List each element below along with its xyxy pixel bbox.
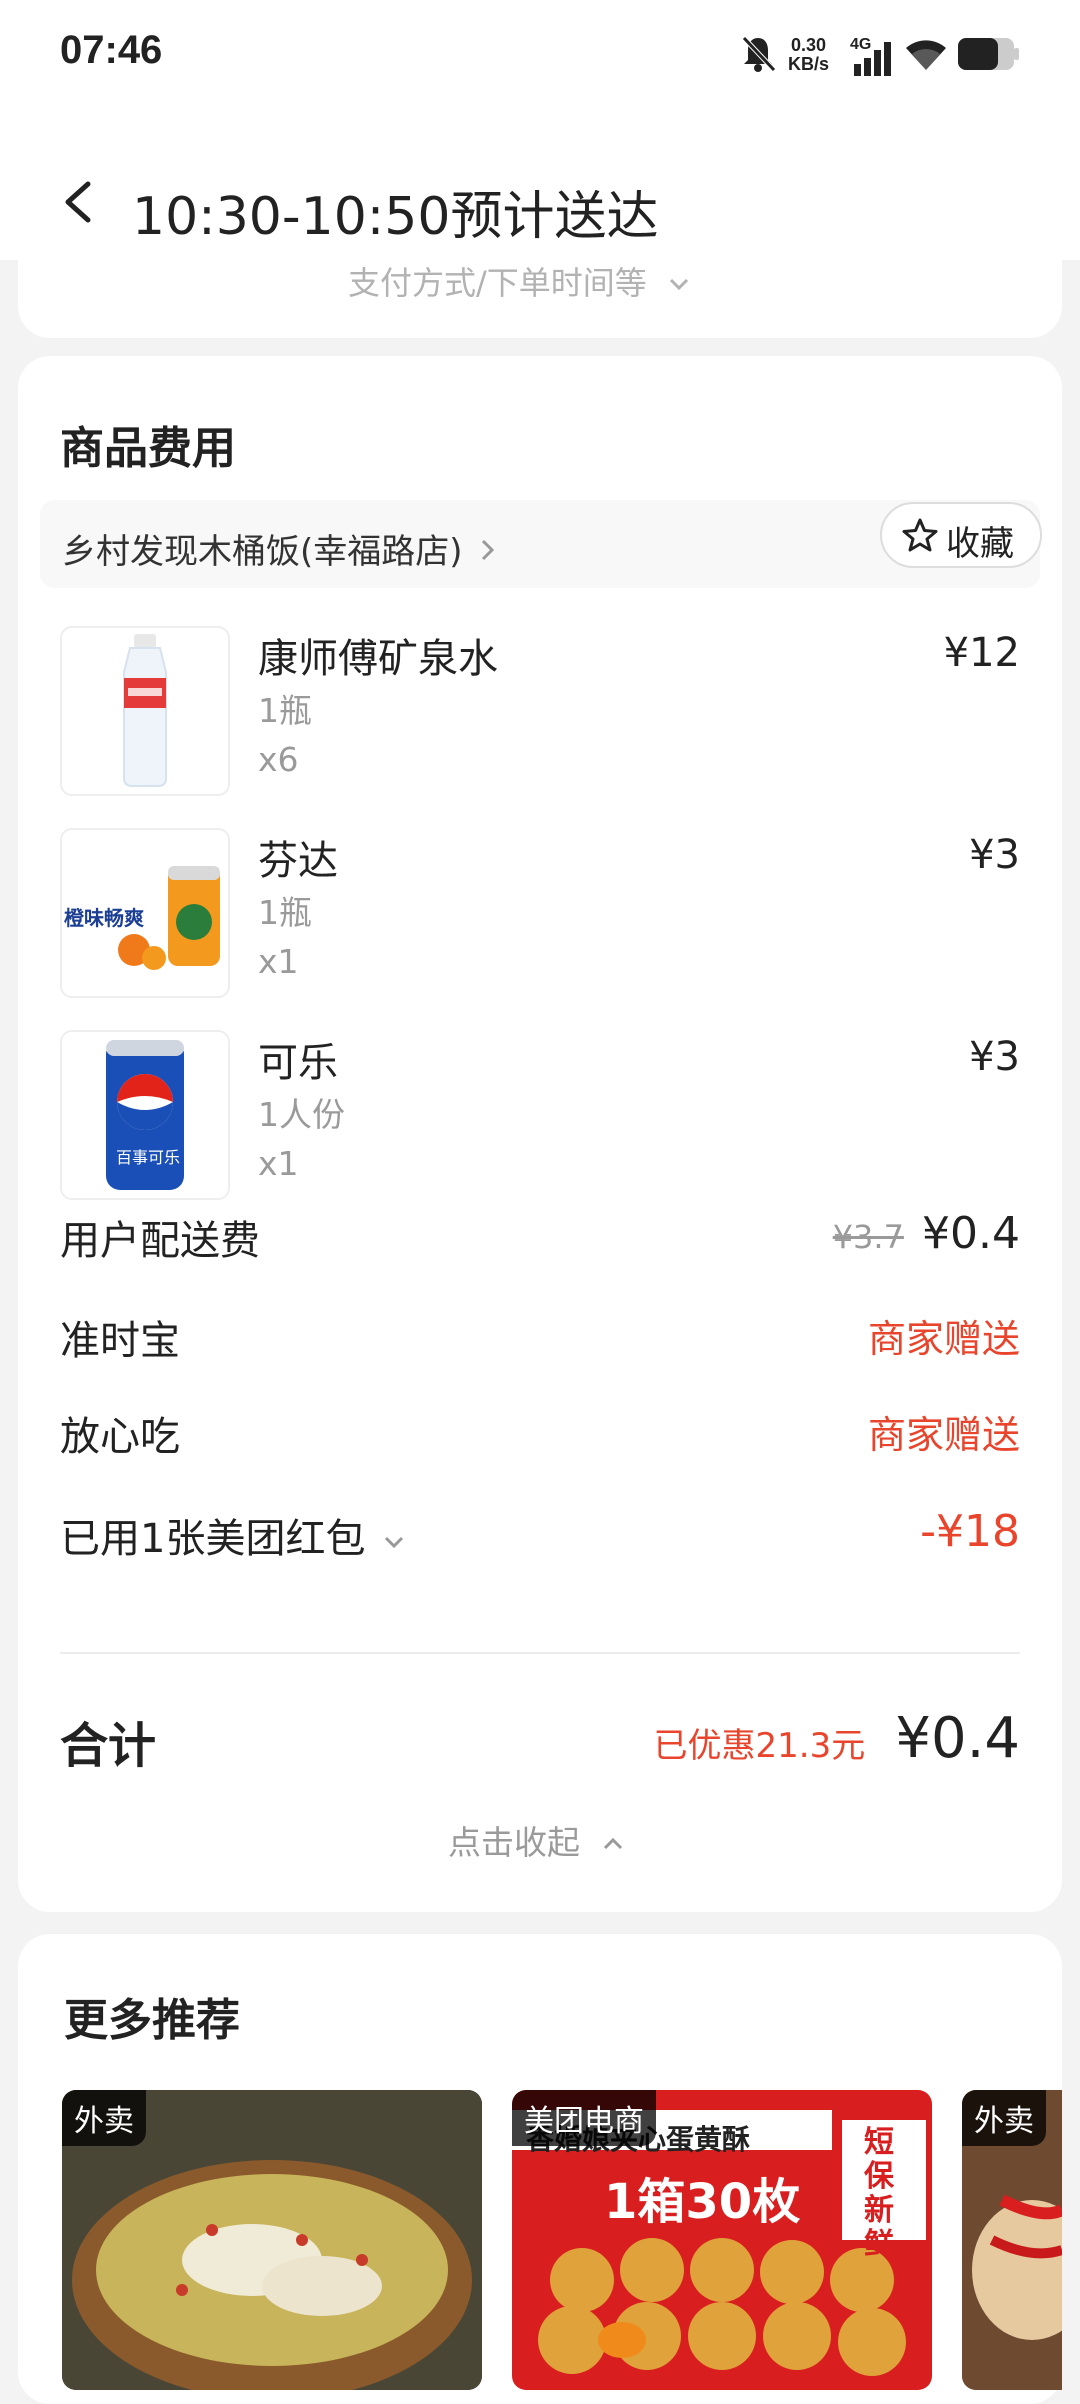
page-title: 10:30-10:50预计送达 [132,187,659,247]
product-qty: x1 [258,1144,299,1183]
recommendations-title: 更多推荐 [64,1995,240,2046]
divider [60,1652,1020,1654]
product-name: 康师傅矿泉水 [258,636,498,682]
favorite-button[interactable]: 收藏 [880,502,1042,568]
delivery-fee-label: 用户配送费 [60,1218,260,1264]
product-image: 橙味畅爽 [60,828,230,998]
fanta-thumb-text: 橙味畅爽 [64,906,144,930]
redpacket-value: -¥18 [920,1506,1020,1557]
delivery-fee-row: 用户配送费 ¥3.7 ¥0.4 [60,1208,1020,1268]
delivery-fee-original: ¥3.7 [832,1218,904,1256]
net-speed: 0.30 KB/s [788,35,830,74]
shop-name[interactable]: 乡村发现木桶饭(幸福路店) [62,524,497,573]
delivery-fee-value: ¥3.7 ¥0.4 [833,1208,1020,1259]
favorite-label: 收藏 [946,524,1014,564]
pepsi-thumb-text: 百事可乐 [116,1148,181,1167]
chevron-up-icon [603,1837,622,1850]
total-amount: ¥0.4 [895,1706,1020,1771]
safe-eat-row: 放心吃 商家赠送 [60,1404,1020,1464]
total-row: 合计 已优惠21.3元 ¥0.4 [60,1706,1020,1776]
pepsi-can-image [106,1040,184,1190]
product-price: ¥3 [969,832,1020,878]
product-image: 百事可乐 [60,1030,230,1200]
status-time: 07:46 [60,28,163,72]
redpacket-label[interactable]: 已用1张美团红包 [60,1506,406,1564]
water-bottle-image [123,634,167,787]
product-price: ¥3 [969,1034,1020,1080]
recommendation-tag: 美团电商 [512,2090,656,2146]
product-spec: 1瓶 [258,893,312,932]
product-name: 芬达 [258,838,338,884]
recommendation-card[interactable]: 外卖 [62,2090,482,2390]
signal-icon [854,42,891,76]
safe-eat-label: 放心吃 [60,1414,180,1460]
promo-headline: 1箱30枚 [604,2174,801,2230]
product-name: 可乐 [258,1040,338,1086]
recommendation-tag: 外卖 [962,2090,1046,2146]
ontime-row: 准时宝 商家赠送 [60,1308,1020,1368]
chevron-down-icon [385,1536,404,1549]
total-label: 合计 [60,1718,157,1774]
fees-card: 商品费用 乡村发现木桶饭(幸福路店) 收藏 康师傅矿泉水 1瓶 x6 ¥12 橙… [18,356,1062,1912]
delivery-fee-price: ¥0.4 [922,1208,1020,1259]
product-spec: 1瓶 [258,691,312,730]
safe-eat-value: 商家赠送 [867,1413,1020,1457]
list-item[interactable]: 百事可乐 可乐 1人份 x1 ¥3 [60,1030,1020,1200]
recommendation-tag: 外卖 [62,2090,146,2146]
list-item[interactable]: 康师傅矿泉水 1瓶 x6 ¥12 [60,626,1020,796]
chevron-down-icon [669,278,689,291]
total-value: 已优惠21.3元 ¥0.4 [654,1706,1020,1771]
order-info-hint[interactable]: 支付方式/下单时间等 [348,258,691,304]
product-qty: x1 [258,942,299,981]
ontime-value: 商家赠送 [867,1317,1020,1361]
bell-muted-icon [742,36,776,72]
redpacket-row[interactable]: 已用1张美团红包 -¥18 [60,1506,1020,1566]
product-image [60,626,230,796]
star-icon [902,518,938,552]
promo-side-text: 短保新鲜 [864,2125,894,2262]
chevron-right-icon [482,539,495,561]
total-discount: 已优惠21.3元 [653,1726,866,1766]
recommendations-card: 更多推荐 外卖 香婚娘夹心蛋黄酥 1箱30枚 短保新鲜 [18,1934,1062,2404]
recommendation-card[interactable]: 外卖 [962,2090,1062,2390]
product-spec: 1人份 [258,1095,345,1134]
list-item[interactable]: 橙味畅爽 芬达 1瓶 x1 ¥3 [60,828,1020,998]
ontime-label: 准时宝 [60,1318,180,1364]
header-cover: 10:30-10:50预计送达 [0,118,1080,260]
status-bar: 07:46 0.30 KB/s 4G [0,0,1080,118]
recommendation-card[interactable]: 香婚娘夹心蛋黄酥 1箱30枚 短保新鲜 美团电商 [512,2090,932,2390]
shop-row[interactable]: 乡村发现木桶饭(幸福路店) 收藏 [40,500,1042,588]
product-qty: x6 [258,740,299,779]
wifi-icon [906,40,946,70]
collapse-button[interactable]: 点击收起 [448,1816,625,1864]
back-arrow-icon[interactable] [58,180,98,224]
fees-title: 商品费用 [60,423,236,474]
battery-icon [958,38,1019,70]
product-price: ¥12 [943,630,1020,676]
